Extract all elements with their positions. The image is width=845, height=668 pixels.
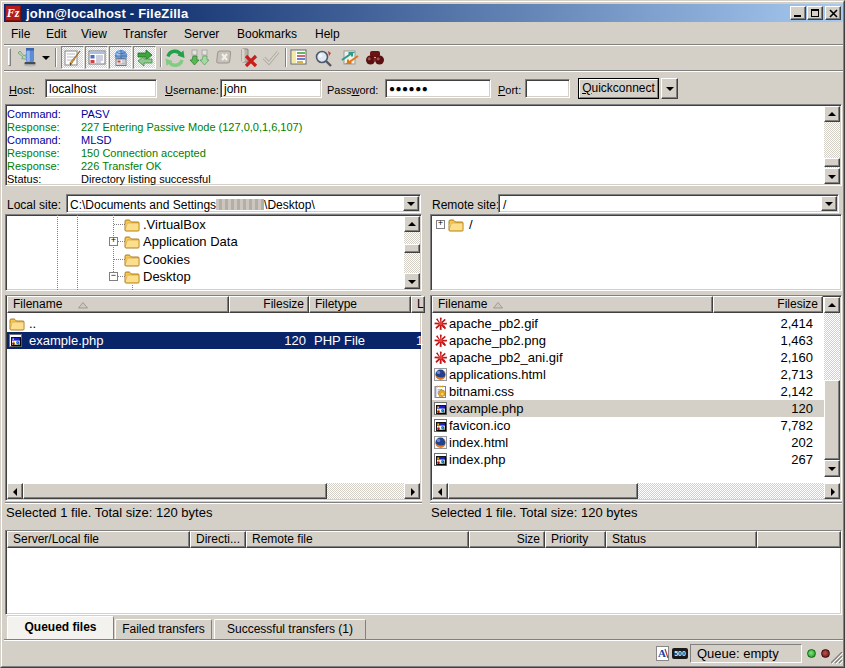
svg-text:A: A [658, 647, 666, 659]
